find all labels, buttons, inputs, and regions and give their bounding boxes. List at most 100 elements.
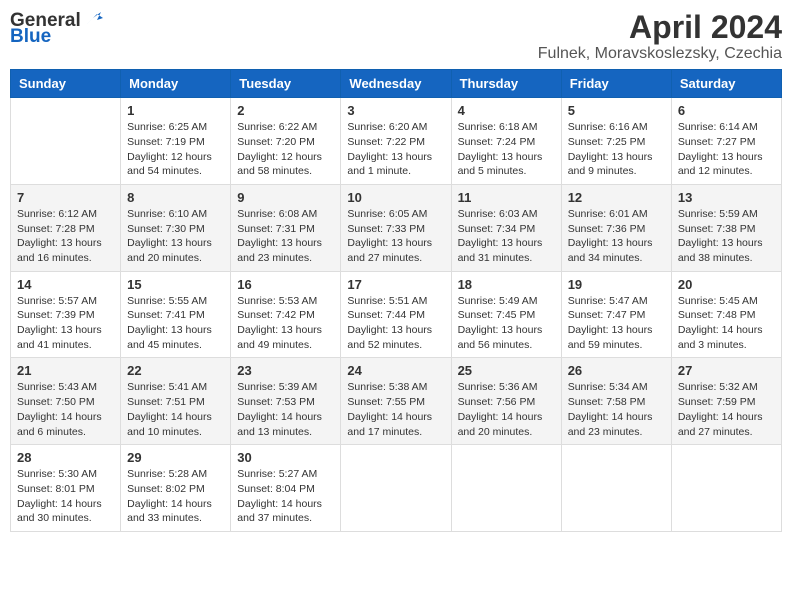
day-number: 10 xyxy=(347,190,444,205)
day-info: Sunrise: 6:18 AM Sunset: 7:24 PM Dayligh… xyxy=(458,120,555,179)
day-info: Sunrise: 5:51 AM Sunset: 7:44 PM Dayligh… xyxy=(347,294,444,353)
day-info: Sunrise: 5:28 AM Sunset: 8:02 PM Dayligh… xyxy=(127,467,224,526)
day-cell: 5Sunrise: 6:16 AM Sunset: 7:25 PM Daylig… xyxy=(561,98,671,185)
day-cell: 22 Sunrise: 5:41 AM Sunset: 7:51 PM Dayli… xyxy=(121,358,231,445)
day-info: Sunrise: 5:45 AM Sunset: 7:48 PM Dayligh… xyxy=(678,294,775,353)
calendar-table: SundayMondayTuesdayWednesdayThursdayFrid… xyxy=(10,69,782,532)
day-number: 17 xyxy=(347,277,444,292)
day-number: 4 xyxy=(458,103,555,118)
day-number: 18 xyxy=(458,277,555,292)
day-number: 20 xyxy=(678,277,775,292)
header: General Blue April 2024 Fulnek, Moravsko… xyxy=(10,10,782,63)
day-number: 12 xyxy=(568,190,665,205)
logo-blue: Blue xyxy=(10,26,51,48)
location-title: Fulnek, Moravskoslezsky, Czechia xyxy=(538,45,782,63)
day-number: 30 xyxy=(237,450,334,465)
day-cell: 3 Sunrise: 6:20 AM Sunset: 7:22 PM Daylig… xyxy=(341,98,451,185)
day-cell: 26 Sunrise: 5:34 AM Sunset: 7:58 PM Dayli… xyxy=(561,358,671,445)
day-info: Sunrise: 5:49 AM Sunset: 7:45 PM Dayligh… xyxy=(458,294,555,353)
day-cell xyxy=(451,445,561,532)
day-cell: 25Sunrise: 5:36 AM Sunset: 7:56 PM Dayli… xyxy=(451,358,561,445)
day-info: Sunrise: 6:25 AM Sunset: 7:19 PM Dayligh… xyxy=(127,120,224,179)
month-title: April 2024 xyxy=(538,10,782,45)
day-info: Sunrise: 5:38 AM Sunset: 7:55 PM Dayligh… xyxy=(347,380,444,439)
day-info: Sunrise: 5:41 AM Sunset: 7:51 PM Dayligh… xyxy=(127,380,224,439)
week-row-1: 1 Sunrise: 6:25 AM Sunset: 7:19 PM Daylig… xyxy=(11,98,782,185)
day-cell: 9 Sunrise: 6:08 AM Sunset: 7:31 PM Daylig… xyxy=(231,184,341,271)
day-info: Sunrise: 5:27 AM Sunset: 8:04 PM Dayligh… xyxy=(237,467,334,526)
day-info: Sunrise: 6:12 AM Sunset: 7:28 PM Dayligh… xyxy=(17,207,114,266)
day-number: 27 xyxy=(678,363,775,378)
day-number: 22 xyxy=(127,363,224,378)
col-header-tuesday: Tuesday xyxy=(231,70,341,98)
title-area: April 2024 Fulnek, Moravskoslezsky, Czec… xyxy=(538,10,782,63)
day-info: Sunrise: 6:22 AM Sunset: 7:20 PM Dayligh… xyxy=(237,120,334,179)
col-header-monday: Monday xyxy=(121,70,231,98)
logo: General Blue xyxy=(10,10,105,48)
day-info: Sunrise: 6:10 AM Sunset: 7:30 PM Dayligh… xyxy=(127,207,224,266)
day-number: 15 xyxy=(127,277,224,292)
day-cell: 21Sunrise: 5:43 AM Sunset: 7:50 PM Dayli… xyxy=(11,358,121,445)
logo-bird-icon xyxy=(83,10,105,28)
day-cell: 27Sunrise: 5:32 AM Sunset: 7:59 PM Dayli… xyxy=(671,358,781,445)
day-number: 13 xyxy=(678,190,775,205)
day-info: Sunrise: 6:05 AM Sunset: 7:33 PM Dayligh… xyxy=(347,207,444,266)
day-cell: 28 Sunrise: 5:30 AM Sunset: 8:01 PM Dayli… xyxy=(11,445,121,532)
day-number: 14 xyxy=(17,277,114,292)
day-cell xyxy=(561,445,671,532)
day-number: 11 xyxy=(458,190,555,205)
day-number: 7 xyxy=(17,190,114,205)
day-info: Sunrise: 5:53 AM Sunset: 7:42 PM Dayligh… xyxy=(237,294,334,353)
day-cell xyxy=(11,98,121,185)
day-info: Sunrise: 5:30 AM Sunset: 8:01 PM Dayligh… xyxy=(17,467,114,526)
day-number: 5 xyxy=(568,103,665,118)
day-number: 8 xyxy=(127,190,224,205)
header-row: SundayMondayTuesdayWednesdayThursdayFrid… xyxy=(11,70,782,98)
day-cell xyxy=(341,445,451,532)
day-number: 24 xyxy=(347,363,444,378)
day-info: Sunrise: 5:34 AM Sunset: 7:58 PM Dayligh… xyxy=(568,380,665,439)
day-cell: 18 Sunrise: 5:49 AM Sunset: 7:45 PM Dayli… xyxy=(451,271,561,358)
week-row-4: 21Sunrise: 5:43 AM Sunset: 7:50 PM Dayli… xyxy=(11,358,782,445)
day-cell: 20 Sunrise: 5:45 AM Sunset: 7:48 PM Dayli… xyxy=(671,271,781,358)
day-cell: 30 Sunrise: 5:27 AM Sunset: 8:04 PM Dayli… xyxy=(231,445,341,532)
day-cell: 6 Sunrise: 6:14 AM Sunset: 7:27 PM Daylig… xyxy=(671,98,781,185)
day-number: 6 xyxy=(678,103,775,118)
day-number: 9 xyxy=(237,190,334,205)
day-cell: 8 Sunrise: 6:10 AM Sunset: 7:30 PM Daylig… xyxy=(121,184,231,271)
col-header-saturday: Saturday xyxy=(671,70,781,98)
day-info: Sunrise: 6:14 AM Sunset: 7:27 PM Dayligh… xyxy=(678,120,775,179)
day-number: 3 xyxy=(347,103,444,118)
day-number: 2 xyxy=(237,103,334,118)
day-info: Sunrise: 5:47 AM Sunset: 7:47 PM Dayligh… xyxy=(568,294,665,353)
day-cell: 13 Sunrise: 5:59 AM Sunset: 7:38 PM Dayli… xyxy=(671,184,781,271)
col-header-sunday: Sunday xyxy=(11,70,121,98)
col-header-friday: Friday xyxy=(561,70,671,98)
day-number: 1 xyxy=(127,103,224,118)
week-row-3: 14Sunrise: 5:57 AM Sunset: 7:39 PM Dayli… xyxy=(11,271,782,358)
day-cell: 1 Sunrise: 6:25 AM Sunset: 7:19 PM Daylig… xyxy=(121,98,231,185)
day-number: 23 xyxy=(237,363,334,378)
day-cell: 2 Sunrise: 6:22 AM Sunset: 7:20 PM Daylig… xyxy=(231,98,341,185)
day-cell: 10 Sunrise: 6:05 AM Sunset: 7:33 PM Dayli… xyxy=(341,184,451,271)
day-info: Sunrise: 6:01 AM Sunset: 7:36 PM Dayligh… xyxy=(568,207,665,266)
day-info: Sunrise: 6:20 AM Sunset: 7:22 PM Dayligh… xyxy=(347,120,444,179)
day-info: Sunrise: 6:08 AM Sunset: 7:31 PM Dayligh… xyxy=(237,207,334,266)
day-number: 19 xyxy=(568,277,665,292)
day-number: 16 xyxy=(237,277,334,292)
day-cell: 7 Sunrise: 6:12 AM Sunset: 7:28 PM Daylig… xyxy=(11,184,121,271)
day-cell: 17 Sunrise: 5:51 AM Sunset: 7:44 PM Dayli… xyxy=(341,271,451,358)
day-info: Sunrise: 5:43 AM Sunset: 7:50 PM Dayligh… xyxy=(17,380,114,439)
week-row-5: 28 Sunrise: 5:30 AM Sunset: 8:01 PM Dayli… xyxy=(11,445,782,532)
day-cell: 19 Sunrise: 5:47 AM Sunset: 7:47 PM Dayli… xyxy=(561,271,671,358)
day-cell: 14Sunrise: 5:57 AM Sunset: 7:39 PM Dayli… xyxy=(11,271,121,358)
day-cell: 24 Sunrise: 5:38 AM Sunset: 7:55 PM Dayli… xyxy=(341,358,451,445)
week-row-2: 7 Sunrise: 6:12 AM Sunset: 7:28 PM Daylig… xyxy=(11,184,782,271)
day-info: Sunrise: 5:55 AM Sunset: 7:41 PM Dayligh… xyxy=(127,294,224,353)
day-info: Sunrise: 5:59 AM Sunset: 7:38 PM Dayligh… xyxy=(678,207,775,266)
day-info: Sunrise: 6:03 AM Sunset: 7:34 PM Dayligh… xyxy=(458,207,555,266)
day-number: 28 xyxy=(17,450,114,465)
day-cell xyxy=(671,445,781,532)
day-number: 29 xyxy=(127,450,224,465)
day-number: 26 xyxy=(568,363,665,378)
